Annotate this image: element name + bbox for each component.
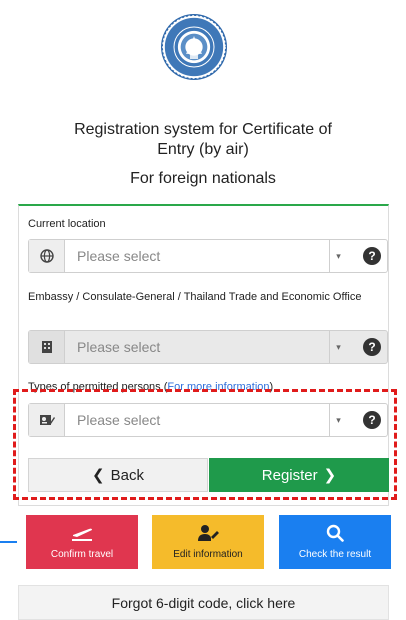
current-location-select[interactable]: Please select ▾ ? [28,239,388,273]
current-location-placeholder: Please select [77,248,161,264]
embassy-placeholder: Please select [77,339,161,355]
check-result-button[interactable]: Check the result [279,515,391,569]
chevron-down-icon[interactable]: ▾ [329,240,347,272]
confirm-travel-label: Confirm travel [50,549,114,560]
edit-information-label: Edit information [173,549,243,560]
embassy-select[interactable]: Please select ▾ ? [28,330,388,364]
check-result-label: Check the result [298,549,372,560]
help-icon[interactable]: ? [363,338,381,356]
edit-information-button[interactable]: Edit information [152,515,264,569]
confirm-travel-button[interactable]: Confirm travel [26,515,138,569]
globe-icon [29,240,65,272]
building-icon [29,331,65,363]
page-title-line2: Entry (by air) [157,141,249,158]
plane-icon [71,524,93,546]
decorative-line [0,541,17,543]
current-location-label: Current location [28,218,106,230]
page-title-line1: Registration system for Certificate of [74,121,332,138]
search-icon [326,524,344,546]
user-edit-icon [197,524,219,546]
embassy-label: Embassy / Consulate-General / Thailand T… [28,291,362,303]
page-subtitle: For foreign nationals [130,170,276,187]
help-icon[interactable]: ? [363,247,381,265]
chevron-down-icon[interactable]: ▾ [329,331,347,363]
forgot-code-link[interactable]: Forgot 6-digit code, click here [18,585,389,620]
ministry-seal-logo [161,14,227,80]
highlight-annotation [13,389,397,500]
